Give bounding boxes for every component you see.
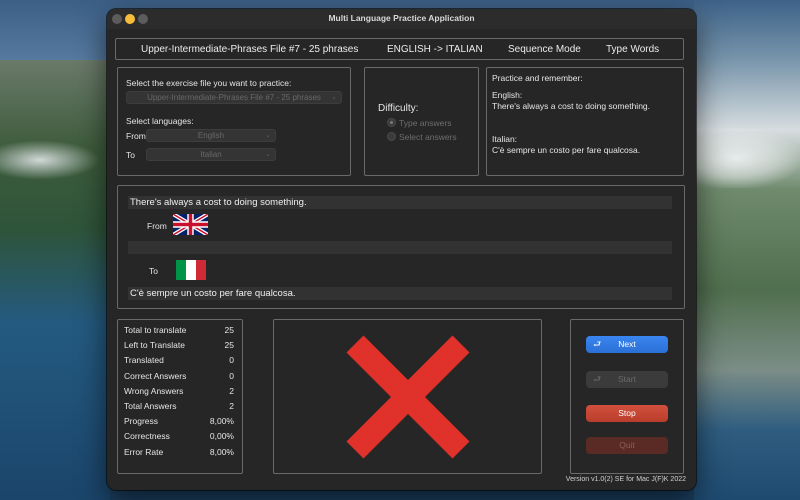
result-panel	[273, 319, 542, 474]
desktop-wallpaper-left	[0, 60, 110, 500]
selection-panel: Select the exercise file you want to pra…	[117, 67, 351, 176]
practice-source-text: There's always a cost to doing something…	[492, 101, 651, 111]
exercise-panel: There's always a cost to doing something…	[117, 185, 685, 309]
practice-target-text: C'è sempre un costo per fare qualcosa.	[492, 145, 641, 155]
target-phrase: C'è sempre un costo per fare qualcosa.	[130, 288, 296, 299]
type-answers-label: Type answers	[399, 118, 452, 128]
answer-input[interactable]	[128, 241, 672, 254]
difficulty-panel: Difficulty: Type answers Select answers	[364, 67, 479, 176]
stat-value: 2	[229, 385, 234, 396]
stop-button[interactable]: Stop	[586, 405, 668, 422]
chevron-down-icon: ⌄	[265, 151, 271, 158]
exercise-file-select[interactable]: Upper-Intermediate-Phrases File #7 - 25 …	[126, 91, 342, 104]
header-direction: ENGLISH -> ITALIAN	[387, 44, 483, 55]
italy-flag-icon	[176, 260, 206, 280]
chevron-down-icon: ⌄	[265, 132, 271, 139]
stat-value: 8,00%	[209, 446, 234, 457]
quit-button-label: Quit	[619, 440, 635, 450]
version-label: Version v1.0(2) SE for Mac J(F)K 2022	[565, 476, 686, 483]
statistics-panel: Total to translate 25 Left to Translate 25 T…	[117, 319, 243, 474]
stat-value: 0,00%	[209, 431, 234, 442]
to-language-select[interactable]: Italian ⌄	[146, 148, 276, 161]
next-button[interactable]: ⮐ Next	[586, 336, 668, 353]
type-answers-radio[interactable]	[387, 118, 396, 127]
select-answers-label: Select answers	[399, 132, 457, 142]
stat-value: 8,00%	[209, 416, 234, 427]
stat-label: Correctness	[124, 431, 170, 442]
from-language-value: English	[197, 131, 225, 140]
exercise-from-label: From	[147, 221, 167, 231]
practice-panel: Practice and remember: English: There's …	[486, 67, 684, 176]
to-language-label: To	[126, 150, 135, 160]
from-language-label: From	[126, 131, 146, 141]
start-button[interactable]: ⮐ Start	[586, 371, 668, 388]
controls-panel: ⮐ Next ⮐ Start Stop Quit	[570, 319, 684, 474]
practice-heading: Practice and remember:	[492, 73, 583, 83]
stat-value: 0	[229, 370, 234, 381]
desktop-wallpaper-right	[694, 0, 800, 500]
return-arrow-icon: ⮐	[593, 339, 602, 349]
quit-button[interactable]: Quit	[586, 437, 668, 454]
select-answers-radio[interactable]	[387, 132, 396, 141]
target-phrase-row: C'è sempre un costo per fare qualcosa.	[128, 287, 672, 300]
practice-target-lang: Italian:	[492, 134, 518, 144]
stop-button-label: Stop	[618, 408, 636, 418]
stat-label: Translated	[124, 355, 164, 366]
header-type: Type Words	[606, 44, 660, 55]
from-language-select[interactable]: English ⌄	[146, 129, 276, 142]
window-title: Multi Language Practice Application	[328, 13, 475, 23]
title-bar[interactable]: Multi Language Practice Application	[107, 9, 696, 29]
red-x-icon	[346, 335, 470, 459]
stat-label: Total Answers	[124, 401, 177, 411]
start-button-label: Start	[618, 374, 636, 384]
chevron-down-icon: ⌄	[331, 94, 337, 101]
stat-label: Correct Answers	[124, 370, 187, 381]
to-language-value: Italian	[200, 150, 222, 159]
stat-label: Left to Translate	[124, 340, 185, 351]
exercise-file-value: Upper-Intermediate-Phrases File #7 - 25 …	[147, 93, 321, 102]
source-phrase-row: There's always a cost to doing something…	[128, 196, 672, 209]
wallpaper-fog-right	[694, 128, 800, 188]
wallpaper-fog-left	[0, 140, 100, 180]
stat-value: 25	[224, 340, 234, 351]
next-button-label: Next	[618, 339, 636, 349]
header-mode: Sequence Mode	[508, 44, 581, 55]
header-file-name: Upper-Intermediate-Phrases File #7 - 25 …	[141, 44, 359, 55]
app-window: Multi Language Practice Application Uppe…	[107, 9, 696, 490]
exercise-to-label: To	[149, 266, 158, 276]
stat-label: Error Rate	[124, 446, 164, 457]
difficulty-label: Difficulty:	[378, 103, 419, 114]
stat-label: Total to translate	[124, 325, 187, 335]
stat-value: 0	[229, 355, 234, 366]
languages-label: Select languages:	[126, 116, 194, 126]
stat-value: 25	[224, 325, 234, 335]
stat-label: Progress	[124, 416, 159, 427]
uk-flag-icon	[173, 214, 208, 235]
return-arrow-icon: ⮐	[593, 374, 602, 384]
stat-label: Wrong Answers	[124, 385, 184, 396]
stat-value: 2	[229, 401, 234, 411]
source-phrase: There's always a cost to doing something…	[130, 197, 307, 208]
session-info-bar: Upper-Intermediate-Phrases File #7 - 25 …	[115, 38, 684, 60]
practice-source-lang: English:	[492, 90, 523, 100]
file-prompt-label: Select the exercise file you want to pra…	[126, 78, 292, 88]
